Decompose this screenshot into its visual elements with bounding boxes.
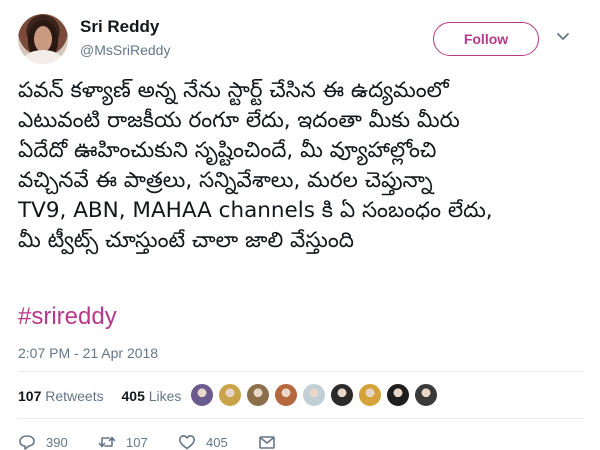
direct-message-button[interactable] xyxy=(258,434,276,450)
liker-avatar[interactable] xyxy=(274,383,298,407)
tweet-text-line: వచ్చినవే ఈ పాత్రలు, సన్నివేశాలు, మరల చెప… xyxy=(18,168,433,193)
chevron-down-icon[interactable] xyxy=(556,30,570,44)
retweet-count: 107 xyxy=(126,434,148,450)
retweet-button[interactable]: 107 xyxy=(98,434,148,450)
tweet-text-line: పవన్ కళ్యాణ్ అన్న నేను స్టార్ట్ చేసిన ఈ … xyxy=(18,78,449,103)
retweet-icon xyxy=(98,436,116,448)
liker-avatar[interactable] xyxy=(246,383,270,407)
tweet-text-line: ఏదేదో ఊహించుకుని సృష్టించిందే, మీ వ్యూహా… xyxy=(18,138,437,163)
liker-avatar[interactable] xyxy=(330,383,354,407)
likes-count: 405 xyxy=(121,388,145,404)
liker-avatar[interactable] xyxy=(414,383,438,407)
tweet-text-line: TV9, ABN, MAHAA channels కి ఏ సంబంధం లేద… xyxy=(18,198,493,223)
mail-icon xyxy=(259,436,275,449)
liker-avatar[interactable] xyxy=(190,383,214,407)
tweet-stats: 107 Retweets 405 Likes xyxy=(18,388,195,404)
tweet-text-line: మీ ట్వీట్స్ చూస్తుంటే చాలా జాలి వేస్తుంద… xyxy=(18,228,354,253)
follow-button[interactable]: Follow xyxy=(433,22,539,56)
retweets-count: 107 xyxy=(18,388,42,404)
likes-stat[interactable]: 405 Likes xyxy=(122,388,182,404)
retweets-stat[interactable]: 107 Retweets xyxy=(18,388,104,404)
tweet-card: Sri Reddy @MsSriReddy Follow పవన్ కళ్యాణ… xyxy=(0,0,600,450)
hashtag-link[interactable]: #srireddy xyxy=(18,303,117,331)
retweets-label: Retweets xyxy=(45,388,104,404)
user-avatar[interactable] xyxy=(18,14,68,64)
avatar-face xyxy=(34,26,52,52)
liker-avatar[interactable] xyxy=(218,383,242,407)
liker-avatar[interactable] xyxy=(358,383,382,407)
divider xyxy=(18,371,584,372)
display-name[interactable]: Sri Reddy xyxy=(80,17,159,37)
reply-count: 390 xyxy=(46,434,68,450)
reply-icon xyxy=(19,435,35,450)
liker-avatar[interactable] xyxy=(386,383,410,407)
tweet-timestamp[interactable]: 2:07 PM - 21 Apr 2018 xyxy=(18,345,158,361)
reply-button[interactable]: 390 xyxy=(18,434,68,450)
heart-icon xyxy=(179,435,195,450)
liker-avatar[interactable] xyxy=(302,383,326,407)
tweet-text-line: ఎటువంటి రాజకీయ రంగూ లేదు, ఇదంతా మీకు మీర… xyxy=(18,108,460,133)
avatar-shoulders xyxy=(24,50,62,64)
like-button[interactable]: 405 xyxy=(178,434,228,450)
divider xyxy=(18,418,584,419)
likes-label: Likes xyxy=(148,388,182,404)
like-count: 405 xyxy=(206,434,228,450)
user-handle[interactable]: @MsSriReddy xyxy=(80,42,170,58)
tweet-text: పవన్ కళ్యాణ్ అన్న నేను స్టార్ట్ చేసిన ఈ … xyxy=(18,76,584,256)
